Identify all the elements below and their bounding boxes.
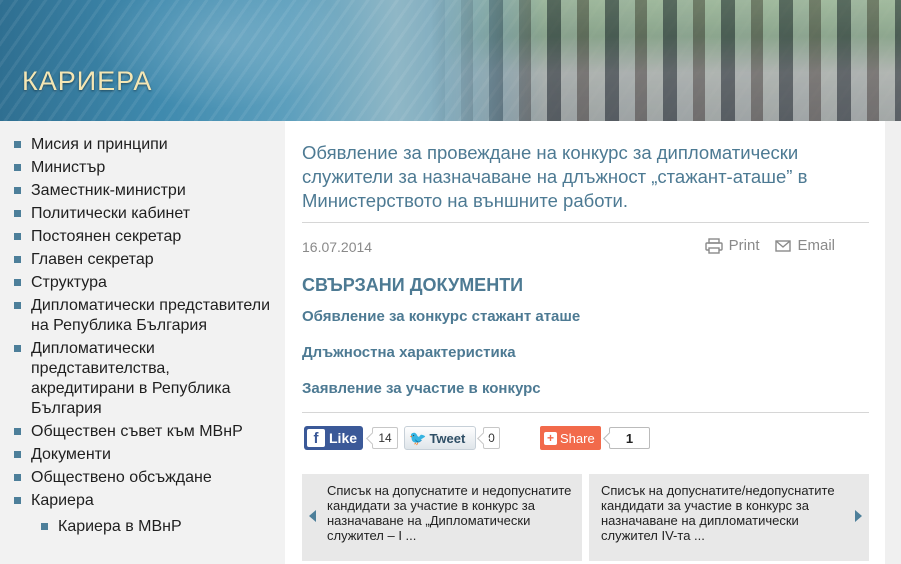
main-content: Обявление за провеждане на конкурс за ди… [285,121,885,564]
sidebar-item-political-cabinet[interactable]: Политически кабинет [0,204,285,224]
document-link[interactable]: Заявление за участие в конкурс [302,380,541,397]
sidebar-nav: Мисия и принципи Министър Заместник-мини… [0,121,285,564]
bullet-icon [41,523,48,530]
sidebar-item-label: Обществен съвет към МВнР [31,423,243,440]
bullet-icon [14,164,21,171]
divider [302,412,869,413]
sidebar-item-label: Структура [31,274,107,291]
bullet-icon [14,210,21,217]
previous-article-title: Списък на допуснатите и недопуснатите ка… [327,483,572,543]
sidebar-item-label: Заместник-министри [31,182,186,199]
bullet-icon [14,451,21,458]
article-date: 16.07.2014 [302,239,373,255]
sidebar-item-diplomatic-missions[interactable]: Дипломатически представителства, акредит… [0,339,285,419]
tweet-button[interactable]: 🐦 Tweet [404,426,476,450]
sidebar-item-career[interactable]: Кариера [0,491,285,511]
bullet-icon [14,141,21,148]
sidebar-item-public-consultation[interactable]: Обществено обсъждане [0,468,285,488]
sidebar-item-label: Политически кабинет [31,205,191,222]
sidebar-item-documents[interactable]: Документи [0,445,285,465]
bullet-icon [14,302,21,309]
sidebar-item-mission[interactable]: Мисия и принципи [0,135,285,155]
print-label: Print [728,237,760,254]
previous-article-link[interactable]: Списък на допуснатите и недопуснатите ка… [302,474,582,561]
page-banner: КАРИЕРА [0,0,901,121]
bullet-icon [14,474,21,481]
article-headline: Обявление за провеждане на конкурс за ди… [302,142,808,211]
sidebar-item-permanent-secretary[interactable]: Постоянен секретар [0,227,285,247]
bullet-icon [14,256,21,263]
next-article-link[interactable]: Списък на допуснатите/недопуснатите канд… [589,474,869,561]
sidebar-item-chief-secretary[interactable]: Главен секретар [0,250,285,270]
sidebar-item-structure[interactable]: Структура [0,273,285,293]
sidebar-item-label: Постоянен секретар [31,228,182,245]
envelope-icon [775,239,792,252]
printer-icon [704,237,723,254]
sidebar-item-minister[interactable]: Министър [0,158,285,178]
tweet-count: 0 [483,427,500,449]
sidebar-item-label: Обществено обсъждане [31,469,212,486]
sidebar-item-label: Кариера в МВнР [58,518,182,535]
sidebar-item-label: Министър [31,159,106,176]
banner-photo [431,0,901,121]
bullet-icon [14,497,21,504]
sidebar-item-public-council[interactable]: Обществен съвет към МВнР [0,422,285,442]
sidebar-item-label: Кариера [31,492,94,509]
document-link[interactable]: Обявление за конкурс стажант аташе [302,308,580,325]
sidebar-item-label: Дипломатически представители на Републик… [31,297,270,334]
share-label: Share [560,430,595,446]
email-button[interactable]: Email [775,237,835,254]
sidebar-item-diplomatic-representatives[interactable]: Дипломатически представители на Републик… [0,296,285,336]
sidebar-item-deputy-ministers[interactable]: Заместник-министри [0,181,285,201]
next-article-title: Списък на допуснатите/недопуснатите канд… [601,483,835,543]
twitter-bird-icon: 🐦 [409,429,427,446]
arrow-right-icon [855,510,862,522]
email-label: Email [797,237,835,254]
facebook-like-button[interactable]: f Like [304,426,363,450]
bullet-icon [14,345,21,352]
arrow-left-icon [309,510,316,522]
bullet-icon [14,428,21,435]
print-button[interactable]: Print [704,237,760,254]
divider [302,222,869,223]
share-button[interactable]: + Share [540,426,601,450]
sidebar-item-label: Документи [31,446,111,463]
like-label: Like [329,430,358,446]
sidebar-item-label: Мисия и принципи [31,136,168,153]
sidebar-item-label: Главен секретар [31,251,154,268]
share-count: 1 [609,427,650,449]
facebook-icon: f [307,429,325,447]
article-tools: Print Email [704,237,835,254]
bullet-icon [14,233,21,240]
sidebar-subitem-career-at-mfa[interactable]: Кариера в МВнР [0,517,285,537]
sidebar-item-label: Дипломатически представителства, акредит… [31,340,231,417]
plus-icon: + [544,431,557,445]
bullet-icon [14,187,21,194]
tweet-label: Tweet [429,430,466,446]
like-count: 14 [372,427,398,449]
section-title: КАРИЕРА [22,66,153,96]
bullet-icon [14,279,21,286]
related-documents-title: СВЪРЗАНИ ДОКУМЕНТИ [302,275,524,295]
document-link[interactable]: Длъжностна характеристика [302,344,516,361]
